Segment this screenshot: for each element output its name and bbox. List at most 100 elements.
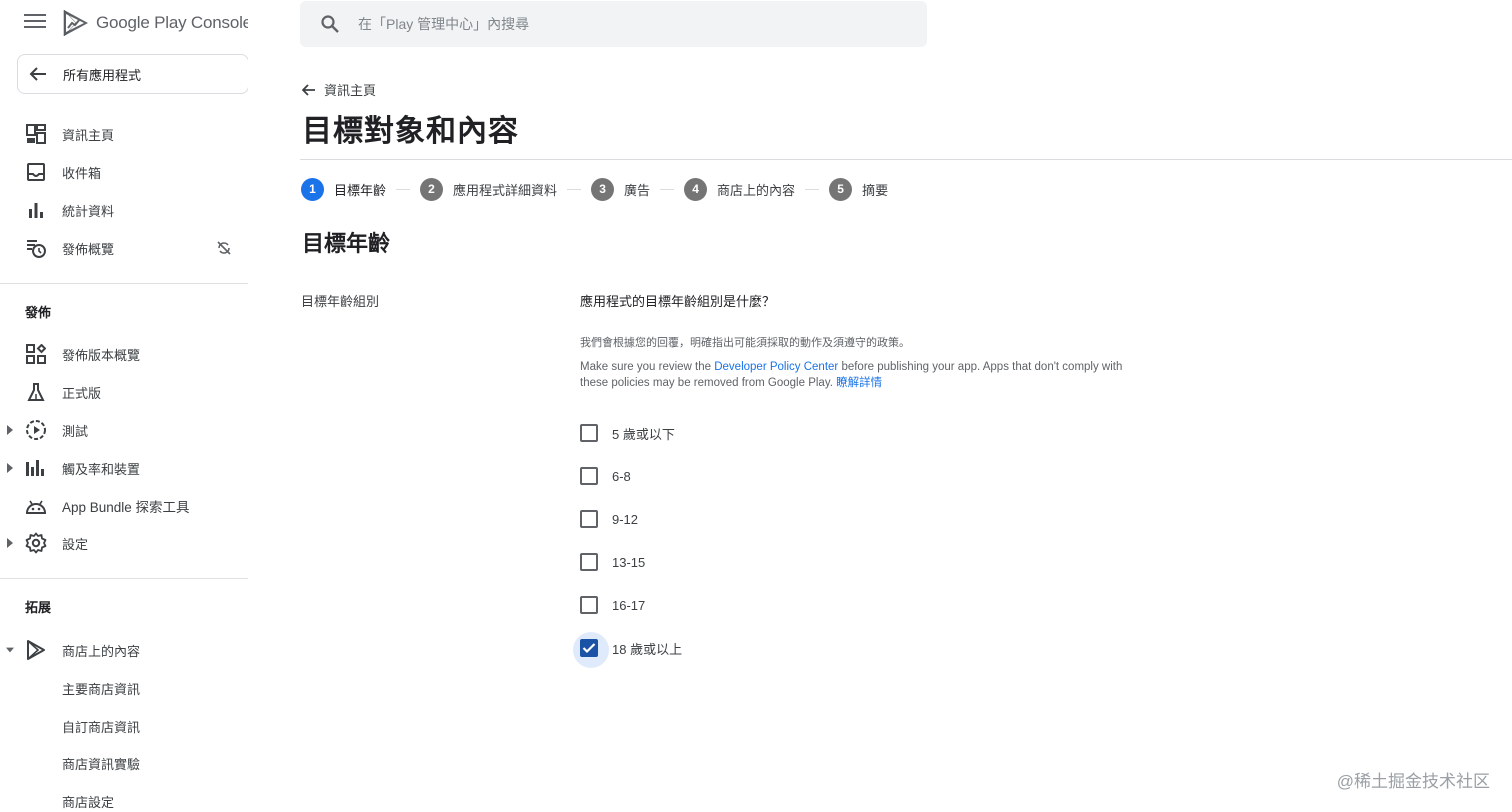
sidebar-item-label: 觸及率和裝置 xyxy=(62,461,141,477)
step-connector xyxy=(567,188,582,190)
expand-caret-icon[interactable] xyxy=(6,425,14,435)
sidebar-item-reach-devices[interactable]: 觸及率和裝置 xyxy=(0,450,248,486)
sidebar-item-label: App Bundle 探索工具 xyxy=(62,500,190,515)
developer-policy-center-link[interactable]: Developer Policy Center xyxy=(714,361,838,373)
sidebar-subitem-custom-store-listing[interactable]: 自訂商店資訊 xyxy=(0,708,248,744)
checkbox[interactable] xyxy=(580,510,598,528)
step-label: 目標年齡 xyxy=(334,182,387,198)
sidebar-item-label: 收件箱 xyxy=(62,165,102,181)
sidebar-item-label: 測試 xyxy=(62,423,89,439)
age-option-6-8[interactable]: 6-8 xyxy=(580,465,631,487)
bar-chart-icon xyxy=(24,198,48,222)
step-target-age[interactable]: 1 目標年齡 xyxy=(301,177,387,201)
sidebar-subitem-store-settings[interactable]: 商店設定 xyxy=(0,783,248,812)
step-number: 1 xyxy=(301,177,324,201)
testing-play-icon xyxy=(24,418,48,442)
sidebar-item-store-presence[interactable]: 商店上的內容 xyxy=(0,632,248,668)
checkbox[interactable] xyxy=(580,424,598,442)
sidebar-item-dashboard[interactable]: 資訊主頁 xyxy=(0,116,248,152)
sidebar-subitem-label: 商店設定 xyxy=(62,794,115,810)
field-label: 目標年齡組別 xyxy=(301,294,380,309)
breadcrumb-label: 資訊主頁 xyxy=(324,83,377,98)
page-title: 目標對象和內容 xyxy=(302,115,519,148)
step-label: 廣告 xyxy=(624,182,651,198)
arrow-back-icon xyxy=(28,64,48,84)
play-store-icon xyxy=(24,638,48,662)
checkbox-label: 5 歲或以下 xyxy=(612,426,675,442)
sidebar-item-inbox[interactable]: 收件箱 xyxy=(0,154,248,190)
age-option-13-15[interactable]: 13-15 xyxy=(580,551,645,573)
sidebar-item-settings[interactable]: 設定 xyxy=(0,525,248,561)
inbox-icon xyxy=(24,160,48,184)
sidebar-subitem-label: 自訂商店資訊 xyxy=(62,719,141,735)
sidebar-item-statistics[interactable]: 統計資料 xyxy=(0,192,248,228)
sidebar-item-label: 發佈概覽 xyxy=(62,241,115,257)
checkbox[interactable] xyxy=(580,596,598,614)
step-connector xyxy=(660,188,675,190)
sidebar-item-releases-overview[interactable]: 發佈版本概覽 xyxy=(0,336,248,372)
publishing-overview-icon xyxy=(24,236,48,260)
step-ads[interactable]: 3 廣告 xyxy=(591,177,651,201)
step-number: 3 xyxy=(591,177,615,201)
checkbox-label: 13-15 xyxy=(612,554,646,570)
sidebar-item-testing[interactable]: 測試 xyxy=(0,412,248,448)
sidebar-divider xyxy=(0,578,248,579)
sidebar-subitem-label: 商店資訊實驗 xyxy=(62,756,141,772)
checkbox-label: 6-8 xyxy=(612,468,631,484)
checkbox-checked[interactable] xyxy=(573,632,609,668)
checkbox-label: 18 歲或以上 xyxy=(612,641,683,657)
play-console-logo[interactable]: Google Play Console xyxy=(62,8,248,38)
checkbox[interactable] xyxy=(580,467,598,485)
android-icon xyxy=(24,494,48,518)
age-option-5-under[interactable]: 5 歲或以下 xyxy=(580,422,675,444)
expand-caret-icon[interactable] xyxy=(6,463,14,473)
sidebar-subitem-main-store-listing[interactable]: 主要商店資訊 xyxy=(0,670,248,706)
collapse-caret-icon[interactable] xyxy=(6,645,14,655)
sidebar: Google Play Console 所有應用程式 資訊主頁 收件箱 統計資料… xyxy=(0,0,248,812)
sidebar-divider xyxy=(0,283,248,284)
checkmark-icon xyxy=(582,643,596,654)
sidebar-item-label: 統計資料 xyxy=(62,203,115,219)
sidebar-item-app-bundle-explorer[interactable]: App Bundle 探索工具 xyxy=(0,488,248,524)
step-app-details[interactable]: 2 應用程式詳細資料 xyxy=(420,177,558,201)
title-divider xyxy=(300,159,1512,160)
play-console-logo-icon xyxy=(63,9,88,37)
search-bar[interactable] xyxy=(300,1,927,47)
sidebar-item-production[interactable]: 正式版 xyxy=(0,374,248,410)
step-summary[interactable]: 5 摘要 xyxy=(829,177,888,201)
search-input[interactable] xyxy=(358,13,898,35)
sync-disabled-icon[interactable] xyxy=(214,238,234,258)
checkbox[interactable] xyxy=(580,553,598,571)
age-option-18-over[interactable]: 18 歲或以上 xyxy=(573,632,683,668)
sidebar-item-label: 發佈版本概覽 xyxy=(62,347,141,363)
sidebar-item-publishing-overview[interactable]: 發佈概覽 xyxy=(0,230,248,266)
step-connector xyxy=(396,188,411,190)
dashboard-icon xyxy=(24,122,48,146)
expand-caret-icon[interactable] xyxy=(6,538,14,548)
step-label: 應用程式詳細資料 xyxy=(453,182,558,198)
step-number: 5 xyxy=(829,177,853,201)
sidebar-item-label: 資訊主頁 xyxy=(62,127,115,143)
all-apps-button[interactable]: 所有應用程式 xyxy=(17,54,248,94)
section-title-grow: 拓展 xyxy=(25,600,52,615)
search-icon xyxy=(321,15,339,33)
helper-text: 我們會根據您的回覆，明確指出可能須採取的動作及須遵守的政策。 xyxy=(580,337,910,349)
play-console-app: Google Play Console 所有應用程式 資訊主頁 收件箱 統計資料… xyxy=(0,0,1512,812)
stepper: 1 目標年齡 2 應用程式詳細資料 3 廣告 4 商店上的內容 5 摘要 xyxy=(301,177,888,201)
step-number: 4 xyxy=(684,177,708,201)
sidebar-subitem-store-listing-experiments[interactable]: 商店資訊實驗 xyxy=(0,745,248,781)
age-option-9-12[interactable]: 9-12 xyxy=(580,508,638,530)
age-option-16-17[interactable]: 16-17 xyxy=(580,594,645,616)
sidebar-header: Google Play Console xyxy=(0,0,248,46)
hamburger-menu-icon[interactable] xyxy=(24,14,46,32)
step-number: 2 xyxy=(420,177,444,201)
all-apps-label: 所有應用程式 xyxy=(63,67,142,83)
arrow-back-icon xyxy=(302,83,315,96)
policy-notice: Make sure you review the Developer Polic… xyxy=(580,360,1150,391)
step-label: 商店上的內容 xyxy=(717,182,796,198)
learn-more-link[interactable]: 瞭解詳情 xyxy=(836,377,882,389)
sidebar-item-label: 商店上的內容 xyxy=(62,643,141,659)
step-store-presence[interactable]: 4 商店上的內容 xyxy=(684,177,796,201)
back-to-dashboard-link[interactable]: 資訊主頁 xyxy=(302,80,376,99)
releases-overview-icon xyxy=(24,342,48,366)
